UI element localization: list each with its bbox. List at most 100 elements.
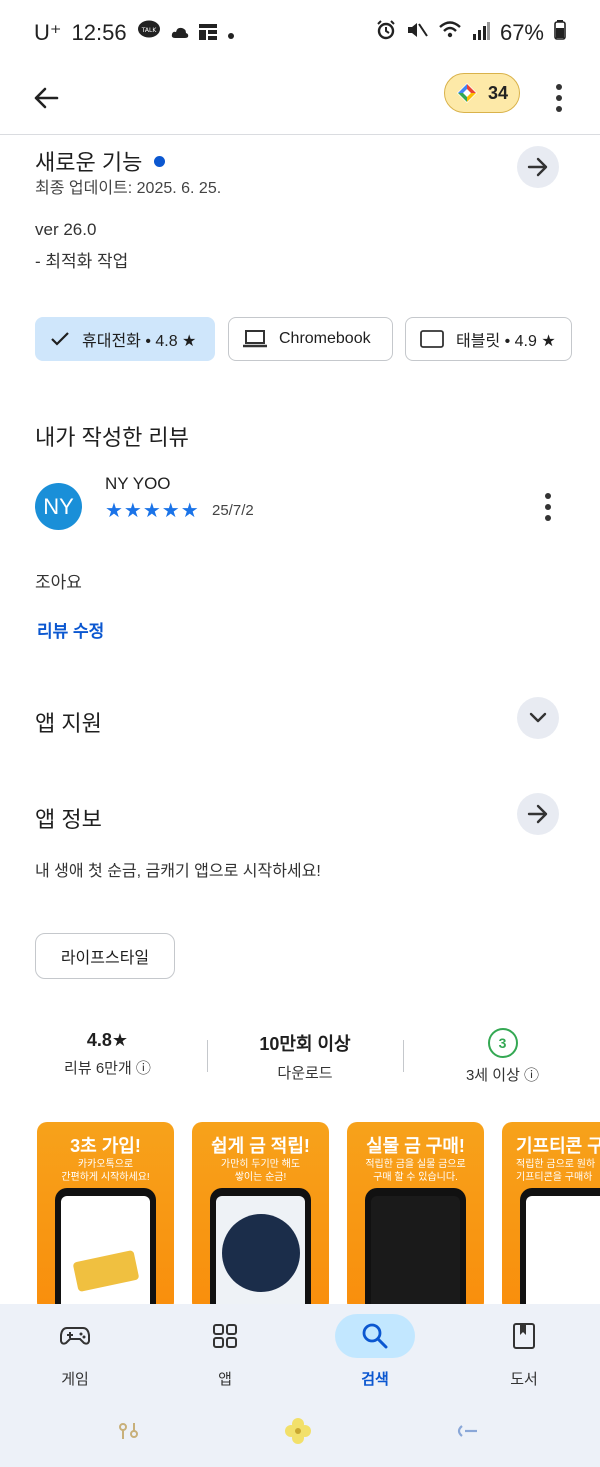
more-vert-dot [556, 106, 562, 112]
gamepad-icon [60, 1327, 90, 1345]
phone-mockup [365, 1188, 466, 1312]
age-rating-stat[interactable]: 3 3세 이상 ⓘ [440, 1028, 565, 1085]
nav-pill [35, 1314, 115, 1358]
carrier-label: U⁺ [34, 20, 62, 45]
more-vert-dot [545, 515, 551, 521]
review-text: 조아요 [35, 573, 82, 592]
divider [207, 1040, 208, 1072]
app-support-title: 앱 지원 [35, 711, 102, 736]
whats-new-header[interactable]: 새로운 기능 [35, 145, 166, 177]
my-review-heading: 내가 작성한 리뷰 [35, 425, 189, 450]
status-left: U⁺ 12:56 TALK [34, 20, 235, 46]
apps-grid-icon [213, 1324, 237, 1348]
chip-phone[interactable]: 휴대전화 • 4.8 ★ [35, 317, 215, 361]
divider [403, 1040, 404, 1072]
nav-books-label: 도서 [510, 1371, 538, 1388]
screenshot-title: 3초 가입! [70, 1136, 141, 1156]
nav-pill [484, 1314, 564, 1358]
phone-screen [526, 1196, 600, 1312]
more-vert-icon [545, 493, 551, 499]
wifi-icon [438, 20, 462, 46]
arrow-right-icon [527, 157, 548, 177]
age-rating-label: 3세 이상 ⓘ [465, 1067, 540, 1084]
arrow-left-icon [34, 87, 59, 109]
new-indicator-dot [154, 155, 166, 167]
arrow-right-icon [527, 804, 548, 824]
phone-mockup [210, 1188, 311, 1312]
book-icon [513, 1323, 535, 1349]
rating-label: 리뷰 6만개 ⓘ [64, 1060, 151, 1077]
app-info-arrow-button[interactable] [517, 793, 559, 835]
cloud-icon [171, 20, 189, 46]
back-gesture-icon[interactable] [454, 1424, 478, 1443]
chevron-down-icon [529, 712, 547, 723]
points-count: 34 [487, 82, 509, 103]
rating-stat[interactable]: 4.8★ 리뷰 6만개 ⓘ [40, 1030, 175, 1078]
nav-pill [335, 1314, 415, 1358]
last-updated: 최종 업데이트: 2025. 6. 25. [35, 180, 222, 197]
screenshot-subtitle: 적립한 금을 실물 금으로 구매 할 수 있습니다. [365, 1159, 466, 1183]
screenshot-subtitle: 가만히 두기만 해도 쌓이는 순금! [220, 1159, 301, 1183]
nav-apps-label: 앱 [218, 1371, 232, 1388]
review-author: NY YOO [105, 474, 171, 493]
phone-screen [371, 1196, 460, 1312]
chip-tablet-label: 태블릿 • 4.9 ★ [456, 333, 556, 350]
screenshot-subtitle: 카카오톡으로 간편하게 시작하세요! [61, 1159, 150, 1183]
signal-icon [472, 20, 490, 46]
back-button[interactable] [26, 78, 66, 118]
clock: 12:56 [71, 20, 127, 45]
whats-new-arrow-button[interactable] [517, 146, 559, 188]
screenshot-4[interactable]: 기프티콘 구 적립한 금으로 원하 기프티콘을 구매하 [502, 1122, 600, 1312]
home-flower-icon[interactable] [283, 1416, 313, 1451]
recents-icon[interactable] [118, 1422, 140, 1445]
phone-screen [216, 1196, 305, 1312]
app-info-title: 앱 정보 [35, 807, 102, 832]
screenshot-2[interactable]: 쉽게 금 적립! 가만히 두기만 해도 쌓이는 순금! [192, 1122, 329, 1312]
nav-books[interactable]: 도서 [464, 1314, 584, 1389]
nav-search-label: 검색 [361, 1371, 389, 1388]
whats-new-title: 새로운 기능 [35, 150, 143, 175]
review-more-button[interactable] [540, 490, 556, 524]
gold-counter-circle [222, 1214, 300, 1292]
more-options-button[interactable] [544, 78, 574, 118]
downloads-label: 다운로드 [277, 1065, 333, 1082]
gold-bar-image [72, 1249, 140, 1293]
battery-percent: 67% [499, 20, 544, 45]
more-vert-dot [556, 95, 562, 101]
category-chip[interactable]: 라이프스타일 [35, 933, 175, 979]
screenshot-1[interactable]: 3초 가입! 카카오톡으로 간편하게 시작하세요! [37, 1122, 174, 1312]
nav-apps[interactable]: 앱 [165, 1314, 285, 1389]
release-note: - 최적화 작업 [35, 252, 129, 271]
nav-search[interactable]: 검색 [315, 1314, 435, 1389]
status-bar: U⁺ 12:56 TALK 67% [0, 0, 600, 62]
battery-icon [554, 20, 566, 46]
rating-value: 4.8★ [86, 1030, 129, 1050]
nav-games-label: 게임 [61, 1371, 89, 1388]
bottom-navigation: 게임 앱 검색 도서 [0, 1304, 600, 1408]
app-support-expand-button[interactable] [517, 697, 559, 739]
nav-pill [185, 1314, 265, 1358]
chip-tablet[interactable]: 태블릿 • 4.9 ★ [405, 317, 572, 361]
review-date: 25/7/2 [212, 502, 254, 519]
phone-mockup [55, 1188, 156, 1312]
more-vert-dot [545, 504, 551, 510]
avatar: NY [35, 483, 82, 530]
screenshot-subtitle: 적립한 금으로 원하 기프티콘을 구매하 [516, 1159, 596, 1183]
play-points-button[interactable]: 34 [444, 73, 520, 113]
chip-phone-label: 휴대전화 • 4.8 ★ [82, 333, 197, 350]
system-nav-bar [0, 1408, 600, 1467]
age-rating-badge: 3 [487, 1028, 518, 1058]
screenshot-3[interactable]: 실물 금 구매! 적립한 금을 실물 금으로 구매 할 수 있습니다. [347, 1122, 484, 1312]
talk-icon: TALK [137, 20, 161, 46]
news-icon [198, 20, 217, 46]
nav-games[interactable]: 게임 [15, 1314, 135, 1389]
edit-review-link[interactable]: 리뷰 수정 [37, 617, 104, 642]
version-text: ver 26.0 [35, 220, 97, 239]
phone-mockup [520, 1188, 600, 1312]
screenshot-title: 실물 금 구매! [366, 1136, 465, 1156]
app-description: 내 생애 첫 순금, 금캐기 앱으로 시작하세요! [35, 863, 321, 880]
chip-chromebook[interactable]: Chromebook [228, 317, 393, 361]
status-right: 67% [376, 20, 566, 46]
review-stars: ★★★★★ [105, 500, 200, 522]
laptop-icon [243, 330, 267, 348]
